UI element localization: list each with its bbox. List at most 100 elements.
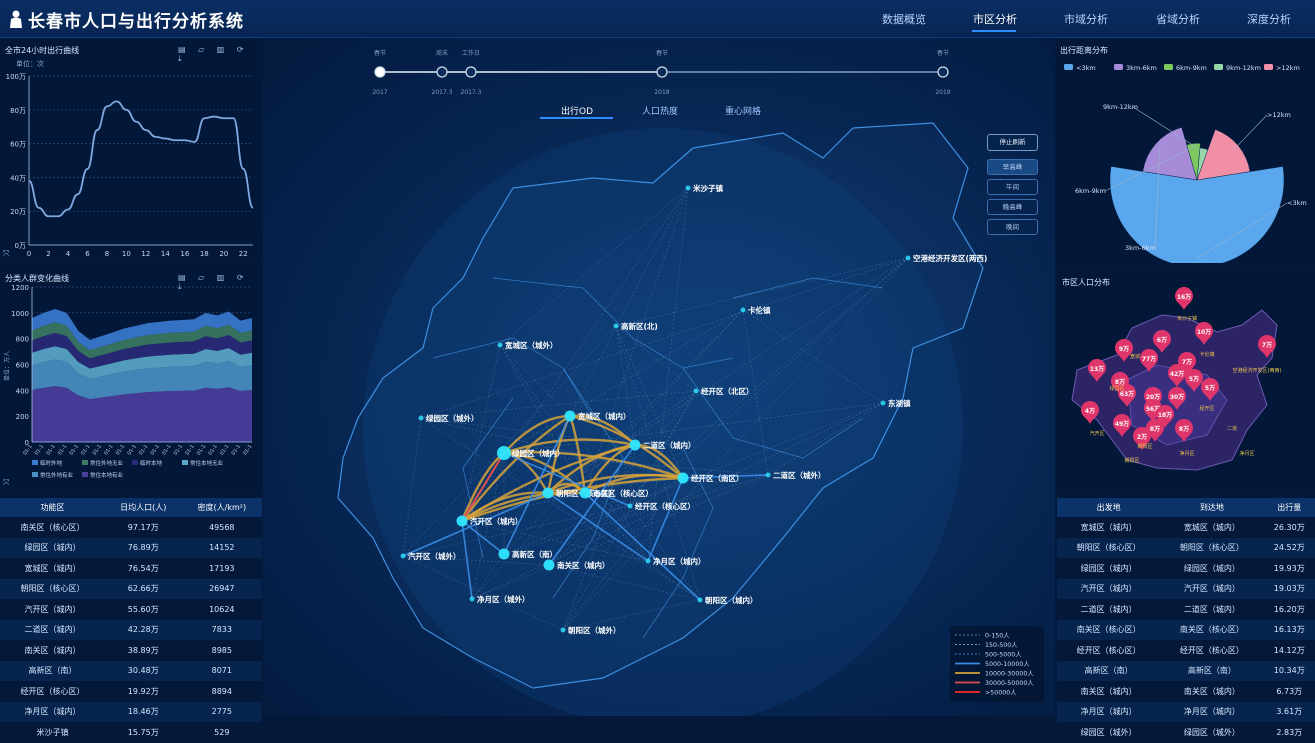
table-cell: 49568	[182, 517, 262, 538]
legend-label: 6km-9km	[1176, 64, 1207, 72]
table-row[interactable]: 南关区（核心区）南关区（核心区）16.13万	[1057, 620, 1315, 641]
table-cell: 19.03万	[1264, 579, 1315, 600]
place-label: 高新区（南）	[512, 549, 557, 559]
nav-province-analysis[interactable]: 省域分析	[1156, 11, 1200, 27]
table-cell: 14.12万	[1264, 640, 1315, 661]
legend-label: 5000-10000人	[985, 660, 1030, 668]
table-row[interactable]: 汽开区（城内）汽开区（城内）19.03万	[1057, 579, 1315, 600]
legend-swatch	[32, 460, 38, 465]
timeline-node	[375, 67, 385, 77]
legend-label: 常住外地有业	[40, 471, 74, 479]
table-cell: 米沙子镇	[0, 722, 105, 743]
table-row[interactable]: 净月区（城内）18.46万2775	[0, 702, 262, 723]
night-button[interactable]: 晚间	[987, 219, 1038, 235]
table-cell: 经开区（核心区）	[0, 681, 105, 702]
expand-icon[interactable]: ⤧	[3, 478, 9, 488]
od-node	[580, 488, 591, 499]
timeline-slider[interactable]: 春节2017周末2017.3工作日2017.3春节2018春节2019	[360, 45, 960, 105]
legend-label: >12km	[1276, 64, 1300, 72]
tab-center-grid[interactable]: 重心网格	[725, 104, 761, 117]
x-tick-label: 8	[105, 250, 109, 258]
od-node	[457, 516, 468, 527]
noon-button[interactable]: 午间	[987, 179, 1038, 195]
table-row[interactable]: 朝阳区（核心区）62.66万26947	[0, 579, 262, 600]
table-row[interactable]: 南关区（城内）38.89万8985	[0, 640, 262, 661]
table-row[interactable]: 经开区（核心区）19.92万8894	[0, 681, 262, 702]
place-label: 净月区（城内）	[653, 556, 706, 566]
table-row[interactable]: 南关区（核心区）97.17万49568	[0, 517, 262, 538]
legend-swatch	[1214, 64, 1223, 70]
table-row[interactable]: 绿园区（城内）76.89万14152	[0, 538, 262, 559]
population-district-map[interactable]: 16万9万6万10万7万13万77万42万8万5万5万63万20万4万56万30…	[1057, 270, 1315, 492]
od-map[interactable]: 米沙子镇空港经济开发区(两西)卡伦镇高新区(北)宽城区（城外）经开区（北区）东湖…	[263, 38, 1055, 716]
table-cell: 6.73万	[1264, 681, 1315, 702]
header-bar: 长春市人口与出行分析系统 数据概览 市区分析 市域分析 省域分析 深度分析	[0, 0, 1315, 38]
panel-24h-travel: 全市24小时出行曲线 ▤ ▱ ▥ ⟳ ⤓ 单位：次 100万80万60万40万2…	[0, 38, 262, 260]
table-row[interactable]: 汽开区（城内）55.60万10624	[0, 599, 262, 620]
table-cell: 30.48万	[105, 661, 182, 682]
table-row[interactable]: 米沙子镇15.75万529	[0, 722, 262, 743]
area-series-0	[32, 386, 252, 442]
od-node	[741, 308, 746, 313]
pin-label: 5万	[1205, 385, 1215, 392]
x-tick-label: 01-1	[115, 444, 126, 457]
table-cell: 8071	[182, 661, 262, 682]
timeline-top-label: 春节	[937, 49, 949, 57]
morning-peak-button[interactable]: 早高峰	[987, 159, 1038, 175]
x-tick-label: 4	[66, 250, 71, 258]
table-cell: 净月区（城内）	[0, 702, 105, 723]
table-cell: 汽开区（城内）	[1160, 579, 1263, 600]
od-legend: 0-150人150-500人500-5000人5000-10000人10000-…	[950, 626, 1044, 702]
legend-swatch	[32, 472, 38, 477]
table-cell: 南关区（城内）	[1057, 681, 1160, 702]
legend-swatch	[1264, 64, 1273, 70]
stop-refresh-button[interactable]: 停止刷新	[987, 134, 1038, 151]
pin-label: 9万	[1119, 346, 1129, 353]
table-row[interactable]: 高新区（南）高新区（南）10.34万	[1057, 661, 1315, 682]
table-row[interactable]: 绿园区（城外）绿园区（城外）2.83万	[1057, 722, 1315, 743]
table-row[interactable]: 宽城区（城内）76.54万17193	[0, 558, 262, 579]
legend-label: 500-5000人	[985, 651, 1022, 659]
chart-24h-travel: 100万80万60万40万20万0万0246810121416182022	[0, 38, 262, 260]
od-node	[470, 597, 475, 602]
table-row[interactable]: 高新区（南）30.48万8071	[0, 661, 262, 682]
table-header: 出行量	[1264, 498, 1315, 517]
table-row[interactable]: 朝阳区（核心区）朝阳区（核心区）24.52万	[1057, 538, 1315, 559]
x-tick-label: 01-1	[45, 444, 56, 457]
table-row[interactable]: 宽城区（城内）宽城区（城内）26.30万	[1057, 517, 1315, 538]
table-row[interactable]: 二道区（城内）二道区（城内）16.20万	[1057, 599, 1315, 620]
tab-od[interactable]: 出行OD	[561, 104, 593, 117]
place-label: 朝阳区（城外）	[568, 625, 621, 635]
y-tick-label: 80万	[10, 107, 26, 115]
x-tick-label: 01-1	[184, 444, 195, 457]
tab-population-heat[interactable]: 人口热度	[642, 104, 678, 117]
nav-data-overview[interactable]: 数据概览	[882, 11, 926, 27]
pin-label: 7万	[1182, 359, 1192, 366]
table-cell: 19.93万	[1264, 558, 1315, 579]
pin-label: 2万	[1137, 434, 1147, 441]
od-node	[565, 411, 576, 422]
table-cell: 高新区（南）	[1057, 661, 1160, 682]
place-label: 二道区（城内）	[643, 440, 696, 450]
table-row[interactable]: 绿园区（城内）绿园区（城内）19.93万	[1057, 558, 1315, 579]
place-label: 高新区(北)	[621, 321, 658, 331]
table-row[interactable]: 南关区（城内）南关区（城内）6.73万	[1057, 681, 1315, 702]
table-header: 日均人口(人)	[105, 498, 182, 517]
od-node	[561, 628, 566, 633]
table-cell: 绿园区（城外）	[1160, 722, 1263, 743]
x-tick-label: 12	[141, 250, 150, 258]
evening-peak-button[interactable]: 晚高峰	[987, 199, 1038, 215]
nav-city-analysis[interactable]: 市区分析	[973, 11, 1017, 27]
y-tick-label: 600	[16, 362, 29, 370]
table-row[interactable]: 经开区（核心区）经开区（核心区）14.12万	[1057, 640, 1315, 661]
table-cell: 经开区（核心区）	[1057, 640, 1160, 661]
expand-icon[interactable]: ⤧	[3, 249, 9, 259]
place-label: 卡伦镇	[748, 305, 771, 315]
district-label: 宽城	[1130, 353, 1140, 360]
nav-region-analysis[interactable]: 市域分析	[1064, 11, 1108, 27]
nav-deep-analysis[interactable]: 深度分析	[1247, 11, 1291, 27]
table-row[interactable]: 净月区（城内）净月区（城内）3.61万	[1057, 702, 1315, 723]
x-tick-label: 20	[219, 250, 228, 258]
table-row[interactable]: 二道区（城内）42.28万7833	[0, 620, 262, 641]
table-cell: 宽城区（城内）	[1057, 517, 1160, 538]
